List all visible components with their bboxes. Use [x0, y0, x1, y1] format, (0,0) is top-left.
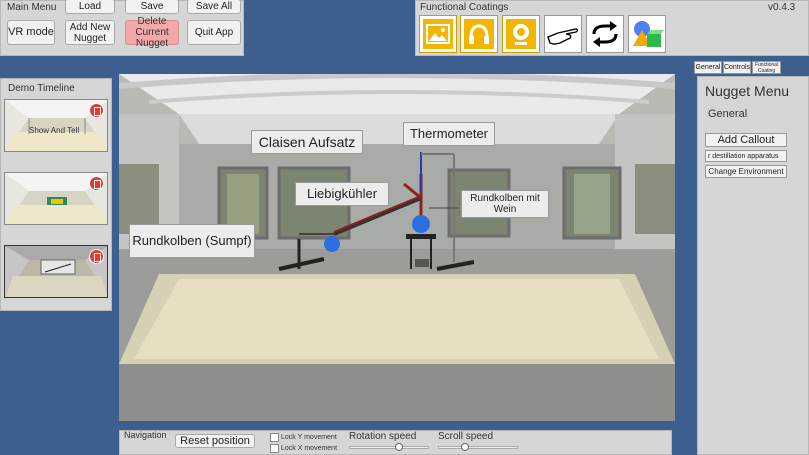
main-menu-panel: Main Menu Load Save Save All VR mode Add… [0, 0, 244, 56]
label-rundkolben-wein[interactable]: Rundkolben mit Wein [461, 190, 549, 218]
label-liebigkuehler[interactable]: Liebigkühler [295, 182, 389, 206]
demo-timeline-panel: Demo Timeline Show And Tell [0, 78, 112, 311]
add-nugget-button[interactable]: Add New Nugget [65, 20, 115, 45]
image-icon[interactable] [419, 15, 457, 53]
3d-shapes-icon[interactable] [628, 15, 666, 53]
delete-nugget-button[interactable]: Delete Current Nugget [125, 16, 179, 49]
nugget-menu-title: Nugget Menu [705, 83, 790, 99]
change-environment-button[interactable]: Change Environment [705, 165, 787, 178]
label-thermometer[interactable]: Thermometer [403, 122, 495, 146]
tab-controls[interactable]: Controls [723, 61, 751, 74]
reset-position-button[interactable]: Reset position [175, 434, 255, 448]
version-label: v0.4.3 [768, 2, 796, 13]
navigation-title: Navigation [124, 430, 167, 440]
rotation-speed-handle[interactable] [394, 443, 403, 451]
lock-y-label: Lock Y movement [281, 434, 337, 441]
vr-mode-button[interactable]: VR mode [7, 20, 55, 45]
rotation-speed-slider[interactable] [349, 446, 429, 449]
scene-viewport[interactable]: Claisen Aufsatz Thermometer Liebigkühler… [119, 74, 675, 421]
lock-x-label: Lock X movement [281, 445, 338, 452]
navigation-panel: Navigation Reset position Lock Y movemen… [119, 430, 672, 455]
thumb-label: Show And Tell [29, 126, 80, 135]
tab-functional-coating[interactable]: Functional Coating [752, 61, 781, 74]
quit-app-button[interactable]: Quit App [187, 20, 241, 45]
rotation-speed-label: Rotation speed [349, 431, 417, 442]
functional-coatings-title: Functional Coatings [420, 2, 509, 13]
delete-nugget-icon[interactable] [89, 103, 104, 118]
nugget-menu-section: General [708, 108, 748, 120]
rotate-arrows-icon[interactable] [586, 15, 624, 53]
add-callout-button[interactable]: Add Callout [705, 133, 787, 147]
lock-y-checkbox[interactable] [270, 433, 279, 442]
demo-timeline-title: Demo Timeline [8, 83, 75, 94]
timeline-thumb-2[interactable] [4, 172, 108, 225]
timeline-thumb-1[interactable]: Show And Tell [4, 99, 108, 152]
label-claisen-aufsatz[interactable]: Claisen Aufsatz [251, 130, 363, 154]
tab-general[interactable]: General [694, 61, 722, 74]
save-button[interactable]: Save [125, 0, 179, 14]
headphones-icon[interactable] [460, 15, 498, 53]
main-menu-title: Main Menu [7, 2, 57, 13]
label-rundkolben-sumpf[interactable]: Rundkolben (Sumpf) [129, 224, 255, 258]
delete-nugget-icon[interactable] [89, 249, 104, 264]
save-all-button[interactable]: Save All [187, 0, 241, 14]
webcam-icon[interactable] [502, 15, 540, 53]
nugget-name-field[interactable]: r destillation apparatus [705, 150, 787, 162]
pointing-hand-icon[interactable] [544, 15, 582, 53]
lock-x-checkbox[interactable] [270, 444, 279, 453]
scroll-speed-slider[interactable] [438, 446, 518, 449]
scroll-speed-label: Scroll speed [438, 431, 494, 442]
timeline-thumb-3[interactable] [4, 245, 108, 298]
delete-nugget-icon[interactable] [89, 176, 104, 191]
scroll-speed-handle[interactable] [460, 443, 469, 451]
functional-coatings-panel: Functional Coatings v0.4.3 [415, 0, 809, 56]
load-button[interactable]: Load [65, 0, 115, 14]
